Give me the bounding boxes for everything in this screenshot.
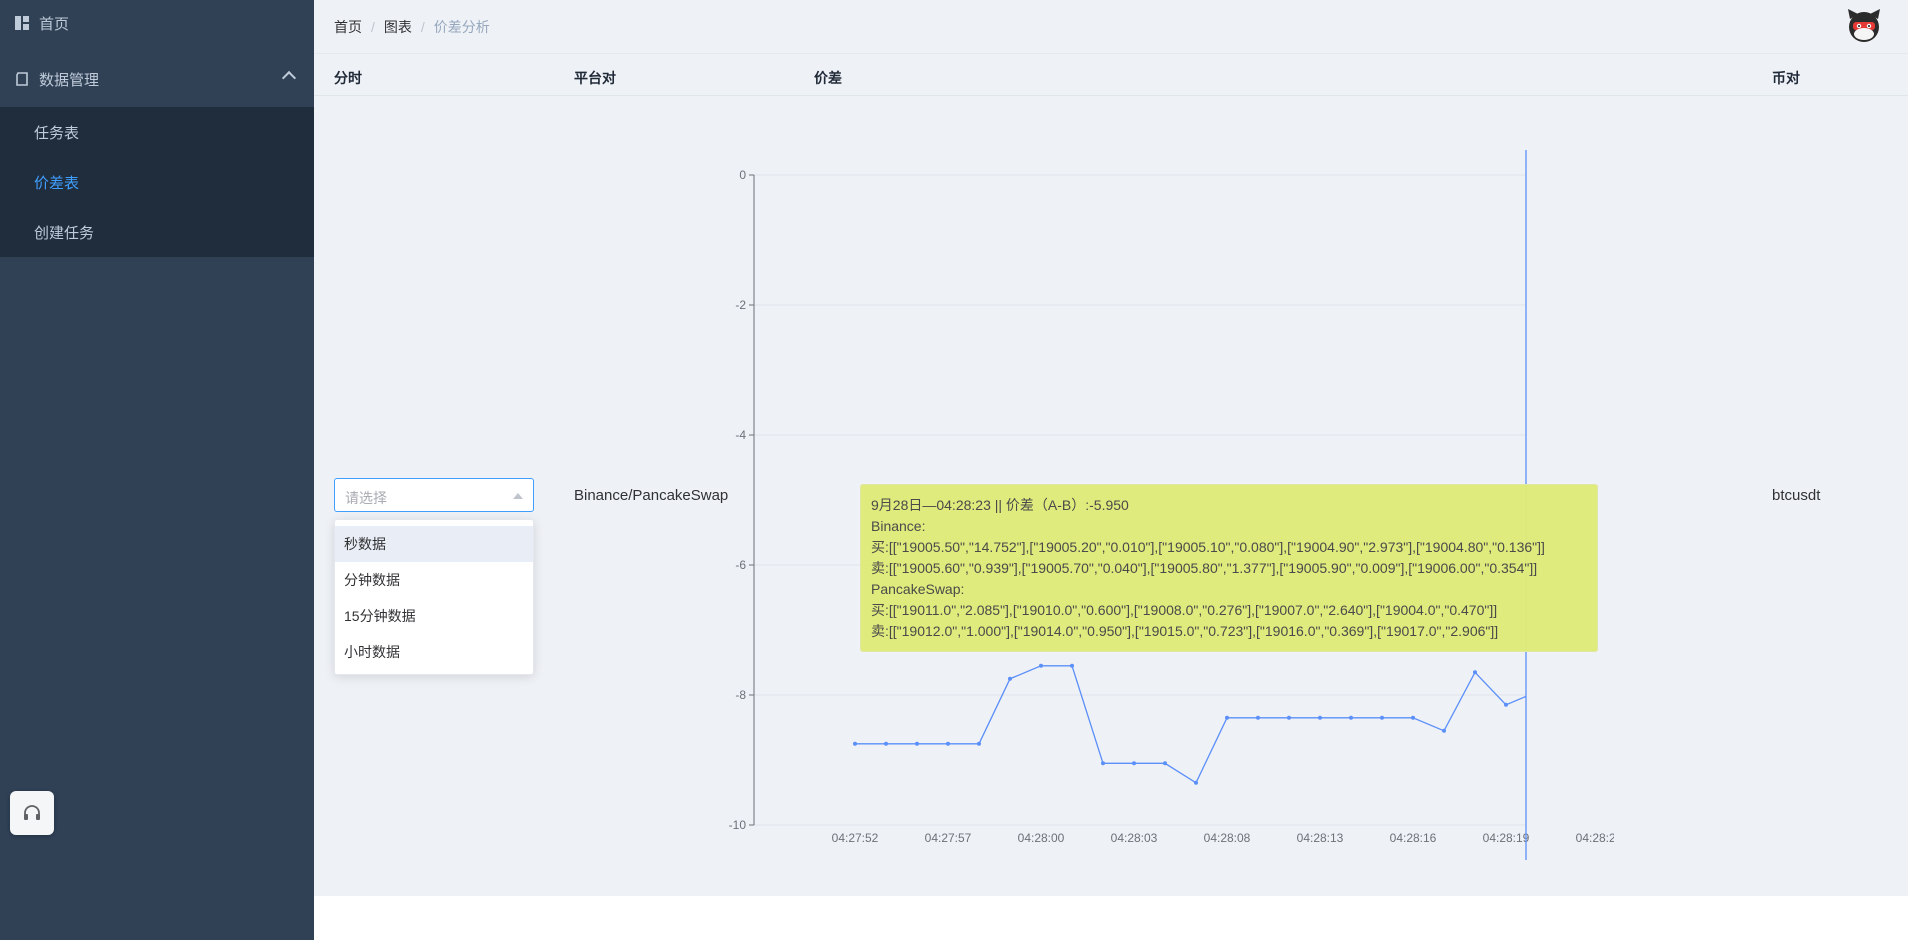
x-tick-label: 04:28:13 <box>1297 831 1344 845</box>
data-point[interactable] <box>1039 663 1043 668</box>
data-point[interactable] <box>1225 715 1229 720</box>
document-icon <box>15 72 29 86</box>
tooltip-line: PancakeSwap: <box>871 581 965 597</box>
platform-pair-cell: Binance/PancakeSwap <box>574 487 729 504</box>
data-point[interactable] <box>915 741 919 746</box>
timeframe-select[interactable]: 请选择 <box>334 478 534 512</box>
column-header-timeframe: 分时 <box>334 70 362 86</box>
x-tick-label: 04:27:57 <box>925 831 972 845</box>
data-point[interactable] <box>1008 676 1012 681</box>
column-header-platform-pair: 平台对 <box>574 70 616 86</box>
tooltip-line: 9月28日—04:28:23 || 价差（A-B）:-5.950 <box>871 497 1129 513</box>
sidebar-item-create-task[interactable]: 创建任务 <box>0 207 314 257</box>
data-point[interactable] <box>1256 715 1260 720</box>
data-point[interactable] <box>977 741 981 746</box>
y-tick-label: -2 <box>735 298 746 312</box>
sidebar-item-spread-table[interactable]: 价差表 <box>0 157 314 207</box>
select-placeholder: 请选择 <box>345 490 387 506</box>
data-point[interactable] <box>1287 715 1291 720</box>
footer-strip <box>314 896 1908 940</box>
sidebar: 首页 数据管理 任务表 价差表 创建任务 <box>0 0 314 940</box>
data-point[interactable] <box>1380 715 1384 720</box>
option-hour-data[interactable]: 小时数据 <box>335 634 533 670</box>
data-point[interactable] <box>1411 715 1415 720</box>
breadcrumb-separator: / <box>420 19 425 35</box>
data-point[interactable] <box>946 741 950 746</box>
user-avatar-icon <box>1848 9 1880 42</box>
tooltip-line: 买:[["19005.50","14.752"],["19005.20","0.… <box>871 539 1545 555</box>
tooltip-line: Binance: <box>871 518 926 534</box>
data-point[interactable] <box>1504 702 1508 707</box>
option-15-minute-data[interactable]: 15分钟数据 <box>335 598 533 634</box>
main-content: 首页 / 图表 / 价差分析 分时 平台对 价差 币对 请选择 秒数据 分钟数据… <box>314 0 1908 940</box>
y-tick-label: 0 <box>739 168 746 182</box>
y-tick-label: -10 <box>729 818 747 832</box>
sidebar-item-home[interactable]: 首页 <box>0 0 314 46</box>
data-point[interactable] <box>1318 715 1322 720</box>
data-point[interactable] <box>1101 761 1105 766</box>
sidebar-item-data-management[interactable]: 数据管理 <box>0 52 314 106</box>
data-point[interactable] <box>884 741 888 746</box>
submenu: 任务表 价差表 创建任务 <box>0 107 314 257</box>
x-tick-label: 04:28:16 <box>1390 831 1437 845</box>
y-tick-label: -8 <box>735 688 746 702</box>
coin-pair-cell: btcusdt <box>1772 487 1821 504</box>
chart-tooltip: 9月28日—04:28:23 || 价差（A-B）:-5.950 Binance… <box>860 484 1598 652</box>
column-header-coin-pair: 币对 <box>1772 70 1800 86</box>
tooltip-line: 卖:[["19005.60","0.939"],["19005.70","0.0… <box>871 560 1538 576</box>
data-point[interactable] <box>1070 663 1074 668</box>
data-point[interactable] <box>1194 780 1198 785</box>
x-tick-label: 04:28:03 <box>1111 831 1158 845</box>
data-point[interactable] <box>1349 715 1353 720</box>
option-minute-data[interactable]: 分钟数据 <box>335 562 533 598</box>
navbar: 首页 / 图表 / 价差分析 <box>314 0 1908 54</box>
x-tick-label: 04:28:19 <box>1483 831 1530 845</box>
avatar[interactable] <box>1844 5 1884 45</box>
tooltip-line: 卖:[["19012.0","1.000"],["19014.0","0.950… <box>871 623 1499 639</box>
sidebar-item-task-table[interactable]: 任务表 <box>0 107 314 157</box>
chevron-up-icon <box>281 70 297 86</box>
data-point[interactable] <box>853 741 857 746</box>
dashboard-icon <box>15 16 29 30</box>
breadcrumb-current: 价差分析 <box>433 19 490 35</box>
column-header-spread: 价差 <box>814 70 842 86</box>
breadcrumb-home[interactable]: 首页 <box>334 17 362 37</box>
breadcrumb-charts[interactable]: 图表 <box>384 17 412 37</box>
breadcrumb-separator: / <box>371 19 375 35</box>
data-point[interactable] <box>1132 761 1136 766</box>
caret-up-icon <box>513 493 523 499</box>
breadcrumb: 首页 / 图表 / 价差分析 <box>334 17 490 37</box>
table-header: 分时 平台对 价差 币对 <box>314 56 1908 96</box>
tooltip-line: 买:[["19011.0","2.085"],["19010.0","0.600… <box>871 602 1498 618</box>
headset-button[interactable] <box>10 791 54 835</box>
y-tick-label: -4 <box>735 428 746 442</box>
data-point[interactable] <box>1163 761 1167 766</box>
x-tick-label: 04:28:22 <box>1576 831 1614 845</box>
timeframe-dropdown: 秒数据 分钟数据 15分钟数据 小时数据 <box>334 519 534 675</box>
x-tick-label: 04:28:08 <box>1204 831 1251 845</box>
x-tick-label: 04:28:00 <box>1018 831 1065 845</box>
sidebar-item-label: 数据管理 <box>39 71 100 89</box>
data-point[interactable] <box>1442 728 1446 733</box>
y-tick-label: -6 <box>735 558 746 572</box>
option-second-data[interactable]: 秒数据 <box>335 526 533 562</box>
headset-icon <box>24 805 40 820</box>
sidebar-item-label: 首页 <box>39 15 70 33</box>
data-point[interactable] <box>1473 670 1477 675</box>
x-tick-label: 04:27:52 <box>832 831 879 845</box>
